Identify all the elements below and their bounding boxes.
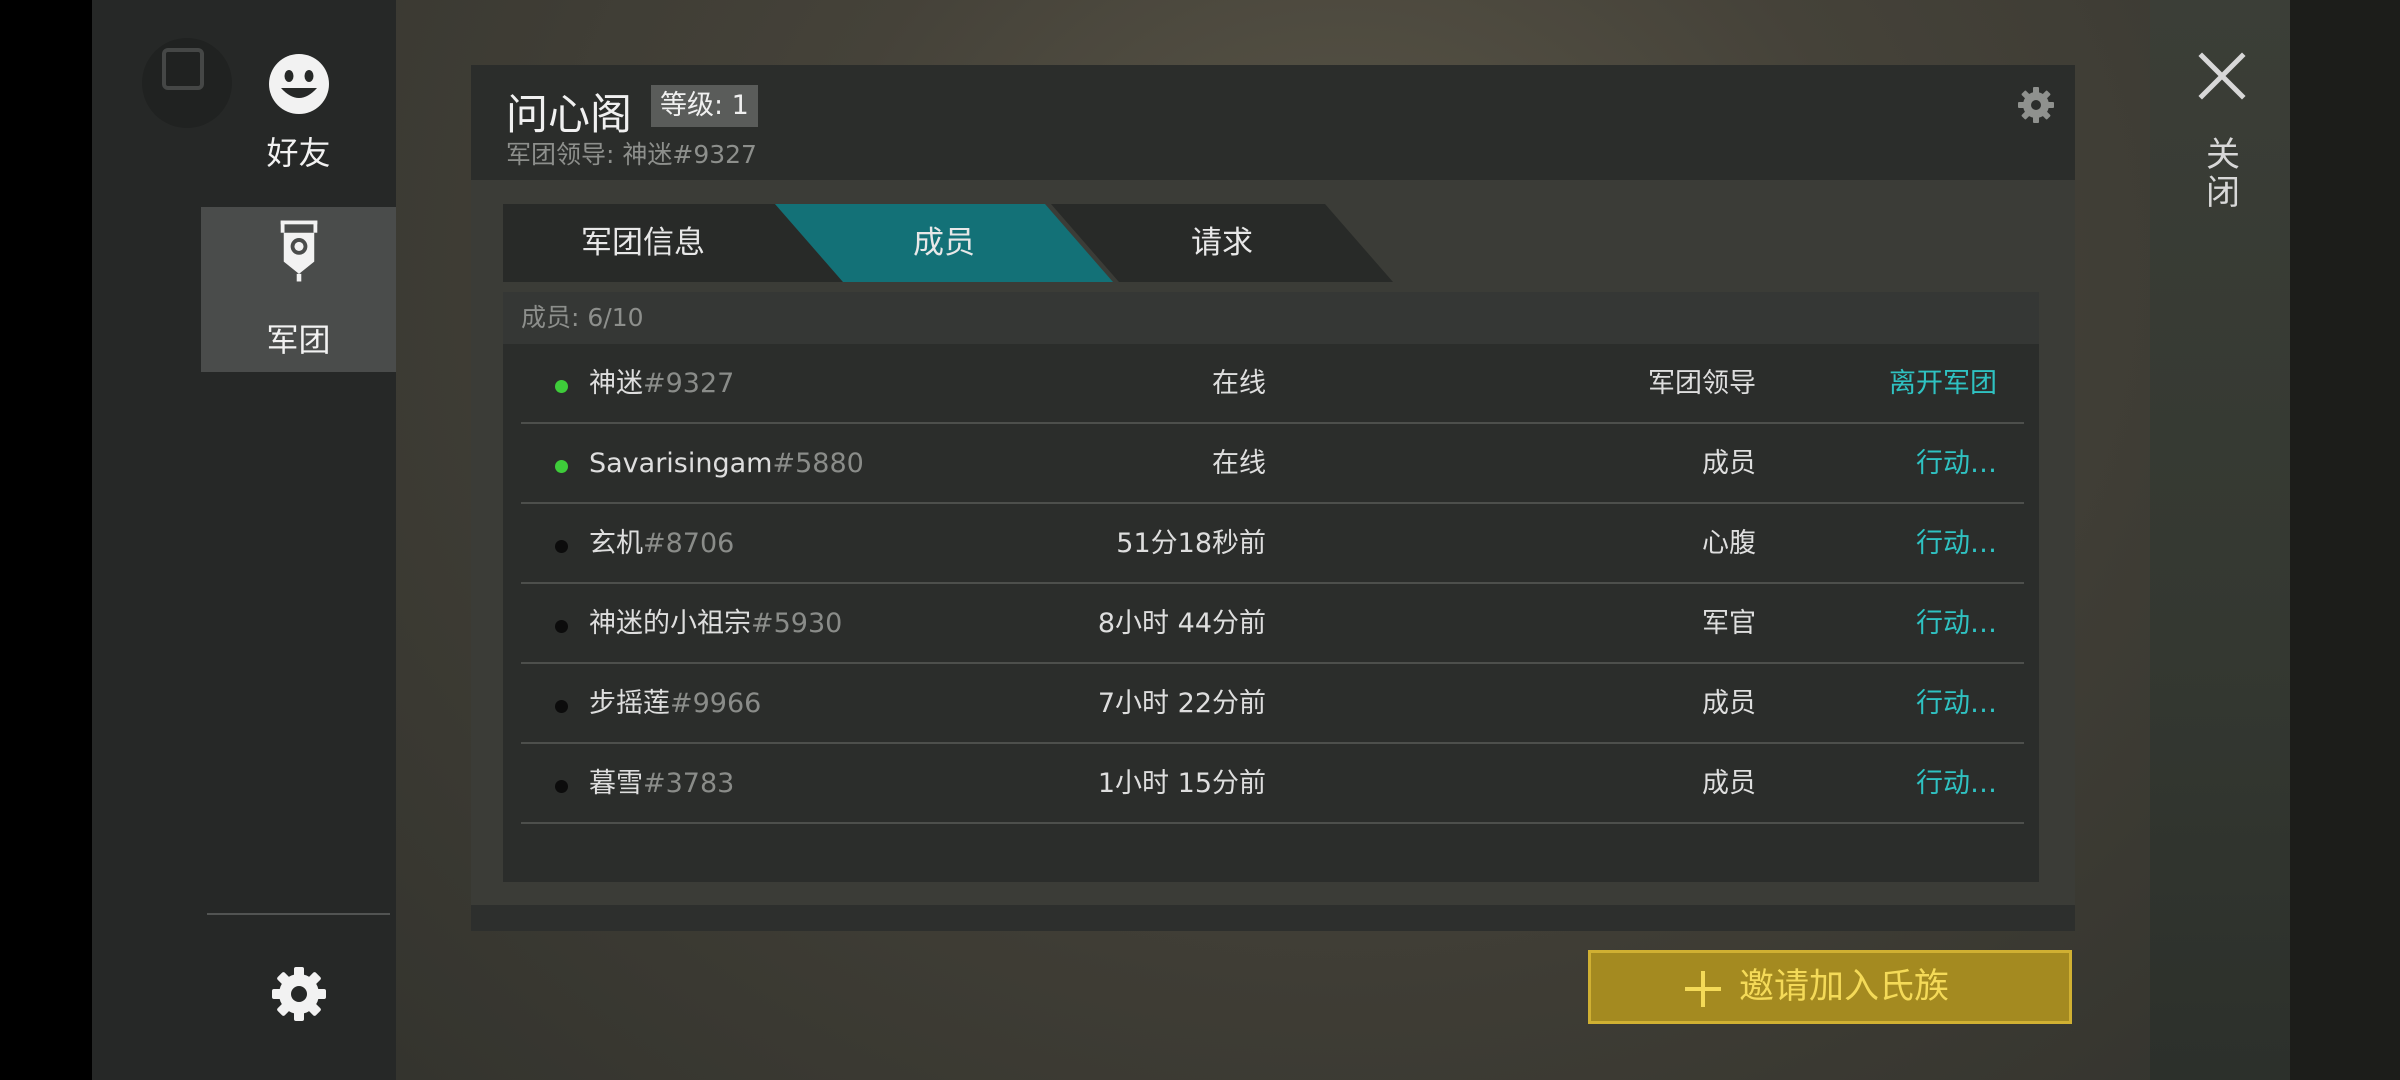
member-row: Savarisingam#5880 在线 成员 行动…	[521, 424, 2024, 504]
clan-settings-gear-icon[interactable]	[2016, 85, 2056, 125]
member-last-seen: 在线	[1212, 448, 1266, 479]
member-role: 成员	[1702, 448, 1756, 479]
plus-icon	[1685, 971, 1721, 1007]
member-display-name: 玄机	[589, 528, 643, 559]
member-name: 神迷的小祖宗#5930	[589, 584, 842, 664]
offline-status-dot	[555, 780, 568, 793]
member-list: 成员: 6/10 神迷#9327 在线 军团领导 离开军团 Savarising…	[503, 292, 2039, 882]
clan-leader-line: 军团领导: 神迷#9327	[506, 140, 757, 169]
member-last-seen: 7小时 22分前	[1097, 688, 1266, 719]
member-last-seen: 1小时 15分前	[1097, 768, 1266, 799]
member-tag: #8706	[643, 528, 735, 559]
sidebar: 好友 军团	[92, 0, 396, 1080]
left-edge-background	[0, 0, 92, 1080]
member-tag: #9327	[643, 368, 735, 399]
clan-name: 问心阁	[506, 90, 633, 139]
clan-banner-icon	[280, 220, 318, 282]
close-label[interactable]: 关闭	[2203, 136, 2243, 212]
member-row: 神迷的小祖宗#5930 8小时 44分前 军官 行动…	[521, 584, 2024, 664]
member-row: 暮雪#3783 1小时 15分前 成员 行动…	[521, 744, 2024, 824]
offline-status-dot	[555, 620, 568, 633]
tab-clan-info-label: 军团信息	[581, 225, 705, 261]
member-row: 步摇莲#9966 7小时 22分前 成员 行动…	[521, 664, 2024, 744]
member-display-name: 步摇莲	[589, 688, 670, 719]
panel-body: 军团信息 成员 请求 成员: 6/10 神迷#9327 在线 军团领导 离开军团…	[471, 180, 2075, 931]
member-last-seen: 51分18秒前	[1116, 528, 1266, 559]
member-tag: #3783	[643, 768, 735, 799]
tab-requests[interactable]: 请求	[1051, 204, 1393, 282]
member-name: 神迷#9327	[589, 344, 734, 424]
member-display-name: Savarisingam	[589, 448, 773, 479]
member-role: 军团领导	[1648, 368, 1756, 399]
clan-panel: 问心阁 等级: 1 军团领导: 神迷#9327 军团信息 成员 请求 成员: 6…	[471, 65, 2075, 931]
member-tag: #9966	[670, 688, 762, 719]
member-actions-link[interactable]: 行动…	[1916, 584, 1997, 664]
tab-requests-label: 请求	[1191, 225, 1253, 261]
member-actions-link[interactable]: 行动…	[1916, 664, 1997, 744]
level-badge: 等级: 1	[651, 85, 758, 127]
panel-header: 问心阁 等级: 1 军团领导: 神迷#9327	[471, 65, 2075, 180]
offline-status-dot	[555, 700, 568, 713]
sidebar-item-clan[interactable]: 军团	[201, 207, 396, 372]
member-actions-link[interactable]: 行动…	[1916, 744, 1997, 824]
online-status-dot	[555, 460, 568, 473]
member-tag: #5880	[772, 448, 864, 479]
invite-to-clan-label: 邀请加入氏族	[1739, 967, 1950, 1007]
member-actions-link[interactable]: 行动…	[1916, 424, 1997, 504]
member-display-name: 神迷	[589, 368, 643, 399]
member-actions-link[interactable]: 行动…	[1916, 504, 1997, 584]
tab-bar: 军团信息 成员 请求	[503, 204, 1393, 282]
close-icon[interactable]	[2198, 52, 2246, 100]
game-screen: 好友 军团 问心阁 等级: 1 军团领导: 神迷#9327 军团信息 成员 请求…	[0, 0, 2400, 1080]
member-row: 玄机#8706 51分18秒前 心腹 行动…	[521, 504, 2024, 584]
sidebar-item-friends-label: 好友	[266, 134, 331, 172]
square-icon	[162, 48, 204, 90]
invite-to-clan-button[interactable]: 邀请加入氏族	[1588, 950, 2072, 1024]
member-display-name: 神迷的小祖宗	[589, 608, 751, 639]
online-status-dot	[555, 380, 568, 393]
sidebar-item-friends[interactable]: 好友	[201, 40, 396, 205]
member-name: 玄机#8706	[589, 504, 734, 584]
member-name: 暮雪#3783	[589, 744, 734, 824]
member-name: 步摇莲#9966	[589, 664, 761, 744]
member-display-name: 暮雪	[589, 768, 643, 799]
member-last-seen: 在线	[1212, 368, 1266, 399]
member-tag: #5930	[751, 608, 843, 639]
sidebar-divider	[207, 913, 390, 915]
member-role: 成员	[1702, 688, 1756, 719]
settings-gear-icon[interactable]	[269, 964, 329, 1024]
member-role: 成员	[1702, 768, 1756, 799]
tab-members-label: 成员	[913, 225, 975, 261]
offline-status-dot	[555, 540, 568, 553]
leave-clan-link[interactable]: 离开军团	[1889, 344, 1997, 424]
smiley-face-icon	[269, 54, 329, 114]
right-edge-background	[2290, 0, 2400, 1080]
member-name: Savarisingam#5880	[589, 424, 864, 504]
sidebar-item-clan-label: 军团	[266, 321, 331, 359]
panel-bottom-bar	[471, 905, 2075, 931]
member-count: 成员: 6/10	[503, 292, 2039, 344]
member-role: 心腹	[1702, 528, 1756, 559]
member-role: 军官	[1702, 608, 1756, 639]
member-row: 神迷#9327 在线 军团领导 离开军团	[521, 344, 2024, 424]
member-last-seen: 8小时 44分前	[1097, 608, 1266, 639]
